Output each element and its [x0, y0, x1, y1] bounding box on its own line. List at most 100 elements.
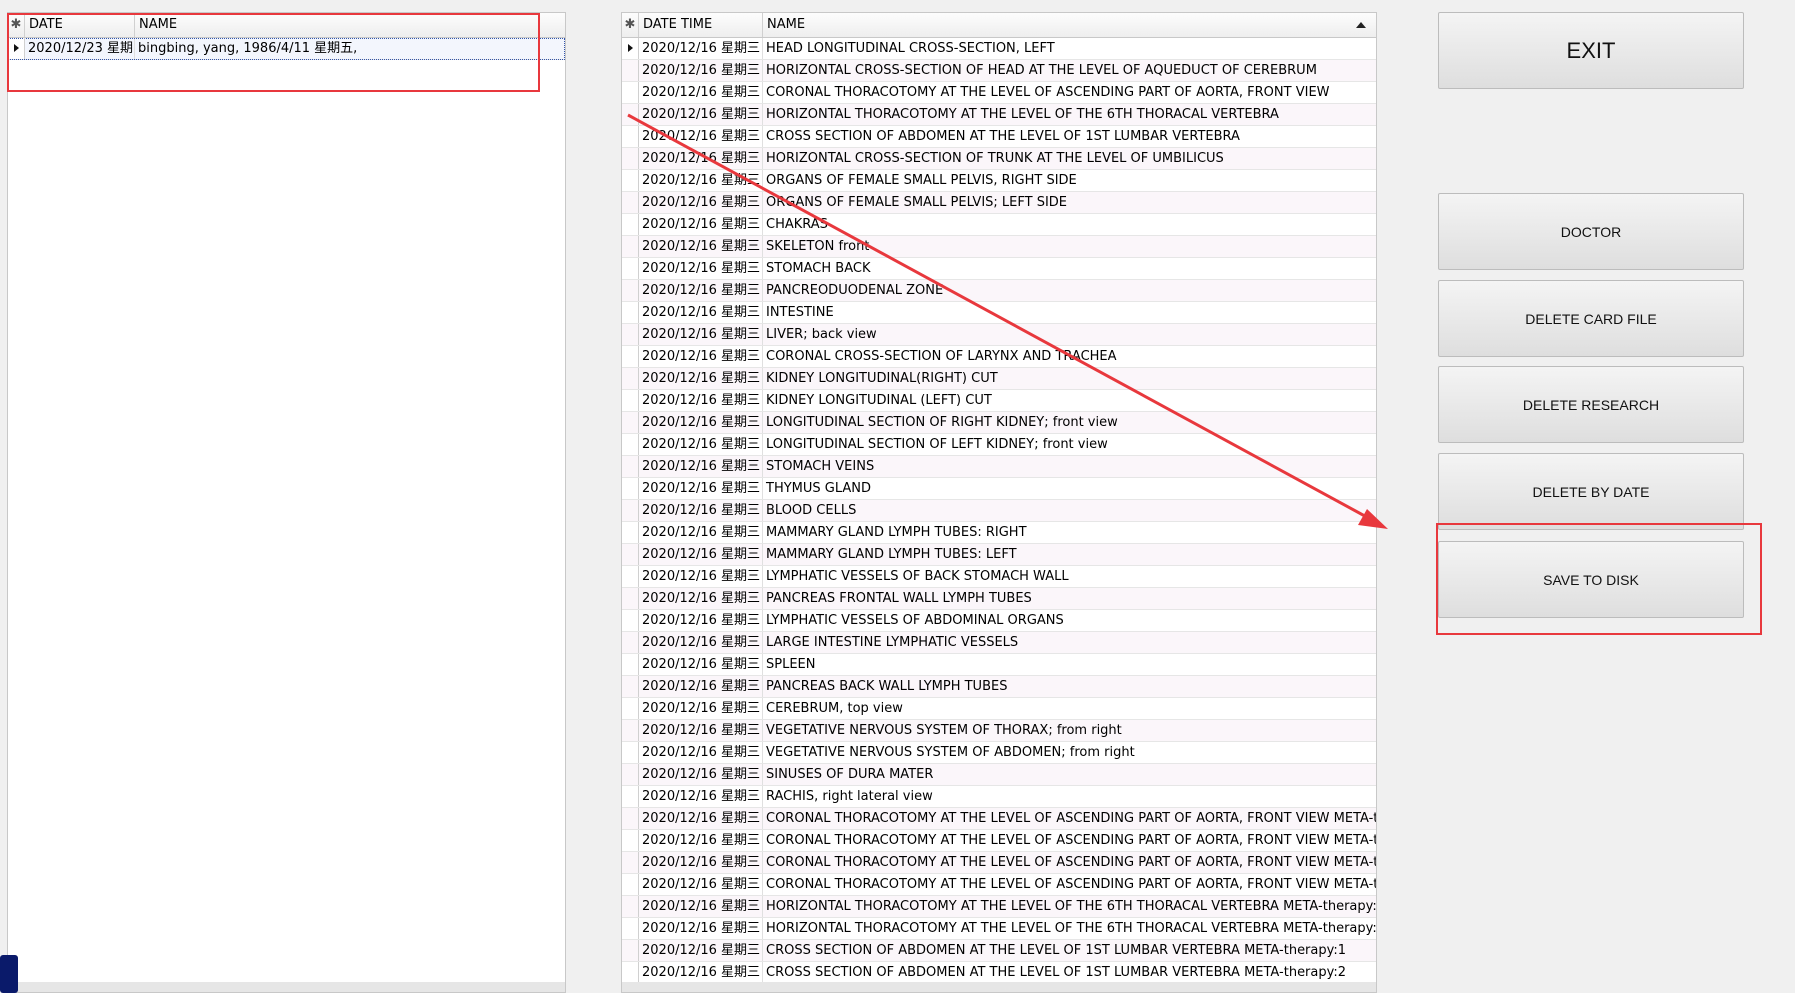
table-row[interactable]: 2020/12/16 星期三 LIVER; back view [622, 324, 1376, 346]
row-indicator[interactable] [622, 522, 639, 543]
name-cell[interactable]: LYMPHATIC VESSELS OF BACK STOMACH WALL [763, 566, 1376, 587]
date-cell[interactable]: 2020/12/16 星期三 [639, 830, 763, 851]
table-row[interactable]: 2020/12/16 星期三 CHAKRAS [622, 214, 1376, 236]
table-row[interactable]: 2020/12/16 星期三 HORIZONTAL THORACOTOMY AT … [622, 918, 1376, 940]
name-cell[interactable]: HORIZONTAL CROSS-SECTION OF TRUNK AT THE… [763, 148, 1376, 169]
row-indicator[interactable] [622, 830, 639, 851]
table-row[interactable]: 2020/12/16 星期三 STOMACH VEINS [622, 456, 1376, 478]
table-row[interactable]: 2020/12/16 星期三 PANCREAS FRONTAL WALL LYMP… [622, 588, 1376, 610]
row-indicator[interactable] [622, 324, 639, 345]
row-indicator[interactable] [622, 962, 639, 983]
row-indicator[interactable] [622, 82, 639, 103]
row-indicator[interactable] [622, 456, 639, 477]
name-cell[interactable]: CORONAL THORACOTOMY AT THE LEVEL OF ASCE… [763, 874, 1376, 895]
row-indicator[interactable] [622, 302, 639, 323]
name-cell[interactable]: KIDNEY LONGITUDINAL(RIGHT) CUT [763, 368, 1376, 389]
name-cell[interactable]: VEGETATIVE NERVOUS SYSTEM OF THORAX; fro… [763, 720, 1376, 741]
row-indicator[interactable] [622, 478, 639, 499]
column-header-name[interactable]: NAME [135, 13, 565, 37]
column-header-date[interactable]: DATE [25, 13, 135, 37]
date-cell[interactable]: 2020/12/16 星期三 [639, 104, 763, 125]
row-indicator[interactable] [622, 896, 639, 917]
table-row[interactable]: 2020/12/16 星期三 CEREBRUM, top view [622, 698, 1376, 720]
name-cell[interactable]: bingbing, yang, 1986/4/11 星期五, [135, 38, 565, 59]
name-cell[interactable]: LARGE INTESTINE LYMPHATIC VESSELS [763, 632, 1376, 653]
date-cell[interactable]: 2020/12/16 星期三 [639, 962, 763, 983]
date-cell[interactable]: 2020/12/16 星期三 [639, 478, 763, 499]
row-indicator[interactable] [622, 742, 639, 763]
name-cell[interactable]: LONGITUDINAL SECTION OF LEFT KIDNEY; fro… [763, 434, 1376, 455]
table-row[interactable]: 2020/12/16 星期三 KIDNEY LONGITUDINAL(RIGHT)… [622, 368, 1376, 390]
date-cell[interactable]: 2020/12/16 星期三 [639, 346, 763, 367]
name-cell[interactable]: RACHIS, right lateral view [763, 786, 1376, 807]
name-cell[interactable]: CROSS SECTION OF ABDOMEN AT THE LEVEL OF… [763, 126, 1376, 147]
name-cell[interactable]: THYMUS GLAND [763, 478, 1376, 499]
row-indicator[interactable] [622, 346, 639, 367]
name-cell[interactable]: BLOOD CELLS [763, 500, 1376, 521]
name-cell[interactable]: CEREBRUM, top view [763, 698, 1376, 719]
row-indicator[interactable] [622, 610, 639, 631]
table-row[interactable]: 2020/12/16 星期三 CORONAL THORACOTOMY AT THE… [622, 808, 1376, 830]
name-cell[interactable]: LIVER; back view [763, 324, 1376, 345]
name-cell[interactable]: VEGETATIVE NERVOUS SYSTEM OF ABDOMEN; fr… [763, 742, 1376, 763]
table-row[interactable]: 2020/12/16 星期三 CORONAL THORACOTOMY AT THE… [622, 82, 1376, 104]
date-cell[interactable]: 2020/12/16 星期三 [639, 940, 763, 961]
row-indicator[interactable] [622, 434, 639, 455]
table-row[interactable]: 2020/12/16 星期三 CROSS SECTION OF ABDOMEN A… [622, 962, 1376, 984]
name-cell[interactable]: HORIZONTAL CROSS-SECTION OF HEAD AT THE … [763, 60, 1376, 81]
column-header-date-time[interactable]: DATE TIME [639, 13, 763, 37]
date-cell[interactable]: 2020/12/16 星期三 [639, 412, 763, 433]
name-cell[interactable]: CORONAL THORACOTOMY AT THE LEVEL OF ASCE… [763, 808, 1376, 829]
table-row[interactable]: 2020/12/16 星期三 THYMUS GLAND [622, 478, 1376, 500]
row-indicator[interactable] [622, 676, 639, 697]
table-row[interactable]: 2020/12/16 星期三 ORGANS OF FEMALE SMALL PEL… [622, 170, 1376, 192]
name-cell[interactable]: HORIZONTAL THORACOTOMY AT THE LEVEL OF T… [763, 918, 1376, 939]
table-row[interactable]: 2020/12/16 星期三 SKELETON front [622, 236, 1376, 258]
patient-grid-navigator[interactable] [8, 982, 565, 992]
date-cell[interactable]: 2020/12/16 星期三 [639, 192, 763, 213]
date-cell[interactable]: 2020/12/16 星期三 [639, 390, 763, 411]
row-indicator[interactable] [622, 632, 639, 653]
date-cell[interactable]: 2020/12/16 星期三 [639, 610, 763, 631]
name-cell[interactable]: CORONAL THORACOTOMY AT THE LEVEL OF ASCE… [763, 852, 1376, 873]
date-cell[interactable]: 2020/12/16 星期三 [639, 918, 763, 939]
table-row[interactable]: 2020/12/23 星期 bingbing, yang, 1986/4/11 星… [8, 38, 565, 60]
name-cell[interactable]: KIDNEY LONGITUDINAL (LEFT) CUT [763, 390, 1376, 411]
name-cell[interactable]: CORONAL THORACOTOMY AT THE LEVEL OF ASCE… [763, 82, 1376, 103]
date-cell[interactable]: 2020/12/16 星期三 [639, 82, 763, 103]
name-cell[interactable]: CORONAL THORACOTOMY AT THE LEVEL OF ASCE… [763, 830, 1376, 851]
table-row[interactable]: 2020/12/16 星期三 HEAD LONGITUDINAL CROSS-SE… [622, 38, 1376, 60]
date-cell[interactable]: 2020/12/16 星期三 [639, 566, 763, 587]
row-indicator[interactable] [622, 214, 639, 235]
name-cell[interactable]: CORONAL CROSS-SECTION OF LARYNX AND TRAC… [763, 346, 1376, 367]
delete-research-button[interactable]: DELETE RESEARCH [1438, 366, 1744, 443]
date-cell[interactable]: 2020/12/16 星期三 [639, 324, 763, 345]
date-cell[interactable]: 2020/12/16 星期三 [639, 852, 763, 873]
row-indicator[interactable] [622, 940, 639, 961]
row-indicator[interactable] [622, 60, 639, 81]
date-cell[interactable]: 2020/12/16 星期三 [639, 456, 763, 477]
patient-grid[interactable]: ✱ DATE NAME 2020/12/23 星期 bingbing, yang,… [7, 12, 566, 993]
table-row[interactable]: 2020/12/16 星期三 CROSS SECTION OF ABDOMEN A… [622, 126, 1376, 148]
table-row[interactable]: 2020/12/16 星期三 RACHIS, right lateral view [622, 786, 1376, 808]
table-row[interactable]: 2020/12/16 星期三 MAMMARY GLAND LYMPH TUBES:… [622, 544, 1376, 566]
select-all-icon[interactable]: ✱ [622, 13, 639, 37]
row-indicator[interactable] [622, 786, 639, 807]
row-indicator[interactable] [622, 698, 639, 719]
table-row[interactable]: 2020/12/16 星期三 LYMPHATIC VESSELS OF ABDOM… [622, 610, 1376, 632]
name-cell[interactable]: SINUSES OF DURA MATER [763, 764, 1376, 785]
row-indicator[interactable] [622, 544, 639, 565]
name-cell[interactable]: INTESTINE [763, 302, 1376, 323]
row-indicator[interactable] [622, 566, 639, 587]
name-cell[interactable]: PANCREAS BACK WALL LYMPH TUBES [763, 676, 1376, 697]
name-cell[interactable]: SPLEEN [763, 654, 1376, 675]
date-cell[interactable]: 2020/12/16 星期三 [639, 676, 763, 697]
table-row[interactable]: 2020/12/16 星期三 HORIZONTAL THORACOTOMY AT … [622, 104, 1376, 126]
table-row[interactable]: 2020/12/16 星期三 LONGITUDINAL SECTION OF LE… [622, 434, 1376, 456]
table-row[interactable]: 2020/12/16 星期三 SPLEEN [622, 654, 1376, 676]
date-cell[interactable]: 2020/12/16 星期三 [639, 148, 763, 169]
date-cell[interactable]: 2020/12/16 星期三 [639, 544, 763, 565]
date-cell[interactable]: 2020/12/16 星期三 [639, 60, 763, 81]
row-indicator[interactable] [622, 720, 639, 741]
row-indicator[interactable] [622, 874, 639, 895]
